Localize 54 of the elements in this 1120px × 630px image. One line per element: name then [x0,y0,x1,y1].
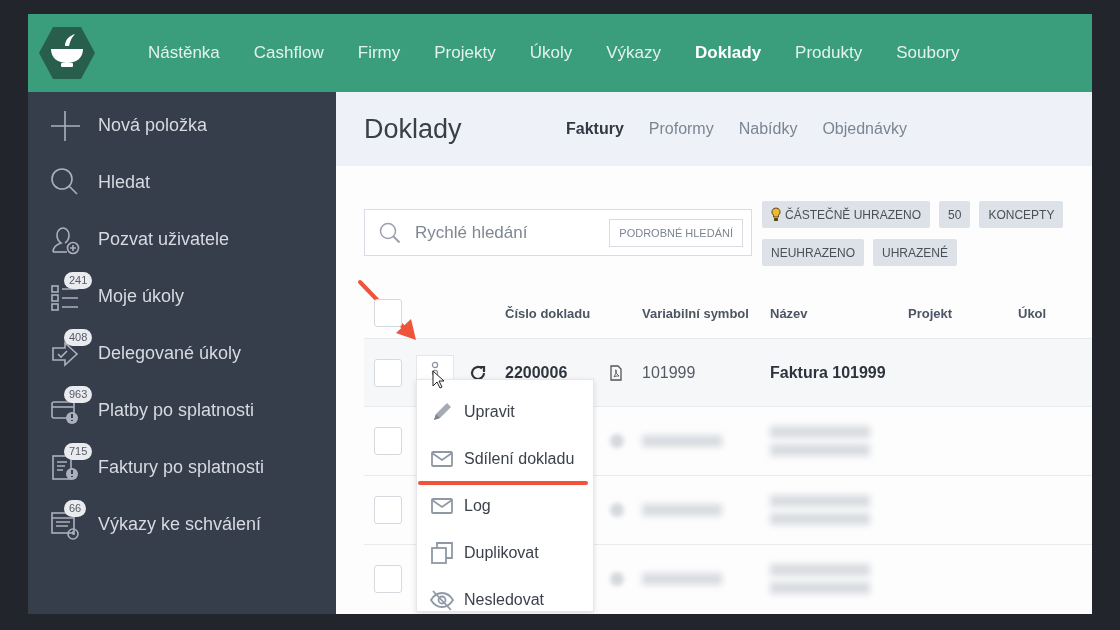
count-badge: 715 [64,443,93,460]
filter-chip[interactable]: ČÁSTEČNĚ UHRAZENO [762,201,930,228]
variable-symbol: 101999 [642,363,696,382]
count-badge: 66 [64,500,87,517]
sidebar-item[interactable]: Moje úkoly [98,286,185,307]
filter-chip[interactable]: 50 [939,201,971,228]
column-header: Název [770,305,808,321]
row-checkbox[interactable] [374,427,402,455]
row-checkbox[interactable] [374,358,402,387]
count-badge: 408 [64,329,93,346]
tab[interactable]: Faktury [566,120,624,138]
column-header: Projekt [908,305,953,321]
sidebar-item[interactable]: Pozvat uživatele [98,229,230,250]
row-checkbox[interactable] [374,565,402,593]
advanced-search-button[interactable]: PODROBNÉ HLEDÁNÍ [609,218,743,247]
nav-link[interactable]: Doklady [677,43,779,63]
document-number: 2200006 [505,364,568,381]
sidebar-item[interactable]: Výkazy ke schválení [98,514,262,535]
copy-icon [430,540,454,565]
tab[interactable]: Proformy [648,120,714,138]
menu-item[interactable]: Log [417,482,593,529]
sidebar-item[interactable]: Delegované úkoly [98,343,242,364]
tab[interactable]: Objednávky [822,120,907,138]
page-title: Doklady [364,113,463,145]
menu-item[interactable]: Duplikovat [417,529,593,576]
column-header: Úkol [1018,305,1047,321]
bulb-icon [771,207,781,222]
menu-item[interactable]: Nesledovat [417,576,593,611]
row-checkbox[interactable] [374,496,402,524]
sidebar-item[interactable]: Hledat [98,172,151,193]
blurred-icon [610,572,624,586]
tab[interactable]: Nabídky [738,120,798,138]
pdf-file-icon [610,364,622,381]
filter-chip[interactable]: UHRAZENÉ [873,239,958,266]
plus-icon [50,109,82,142]
filter-chip[interactable]: KONCEPTY [979,201,1064,228]
sidebar-item[interactable]: Faktury po splatnosti [98,457,265,478]
column-header: Číslo dokladu [505,305,591,321]
sidebar-item[interactable]: Platby po splatnosti [98,400,255,421]
filter-chip[interactable]: NEUHRAZENO [762,239,864,266]
search-icon [379,221,401,244]
menu-item[interactable]: Sdílení dokladu [417,435,593,482]
select-all-checkbox[interactable] [374,299,402,327]
column-header: Variabilní symbol [642,305,749,321]
bowl-logo [38,25,96,81]
blurred-icon [610,434,624,448]
count-badge: 963 [64,386,93,403]
refresh-icon [469,363,487,382]
document-name: Faktura 101999 [770,363,886,382]
menu-item[interactable]: Upravit [417,388,593,435]
count-badge: 241 [64,272,93,289]
blurred-icon [610,503,624,517]
sidebar-item[interactable]: Nová položka [98,115,208,136]
search-field[interactable]: Rychlé hledání PODROBNÉ HLEDÁNÍ [364,209,752,256]
